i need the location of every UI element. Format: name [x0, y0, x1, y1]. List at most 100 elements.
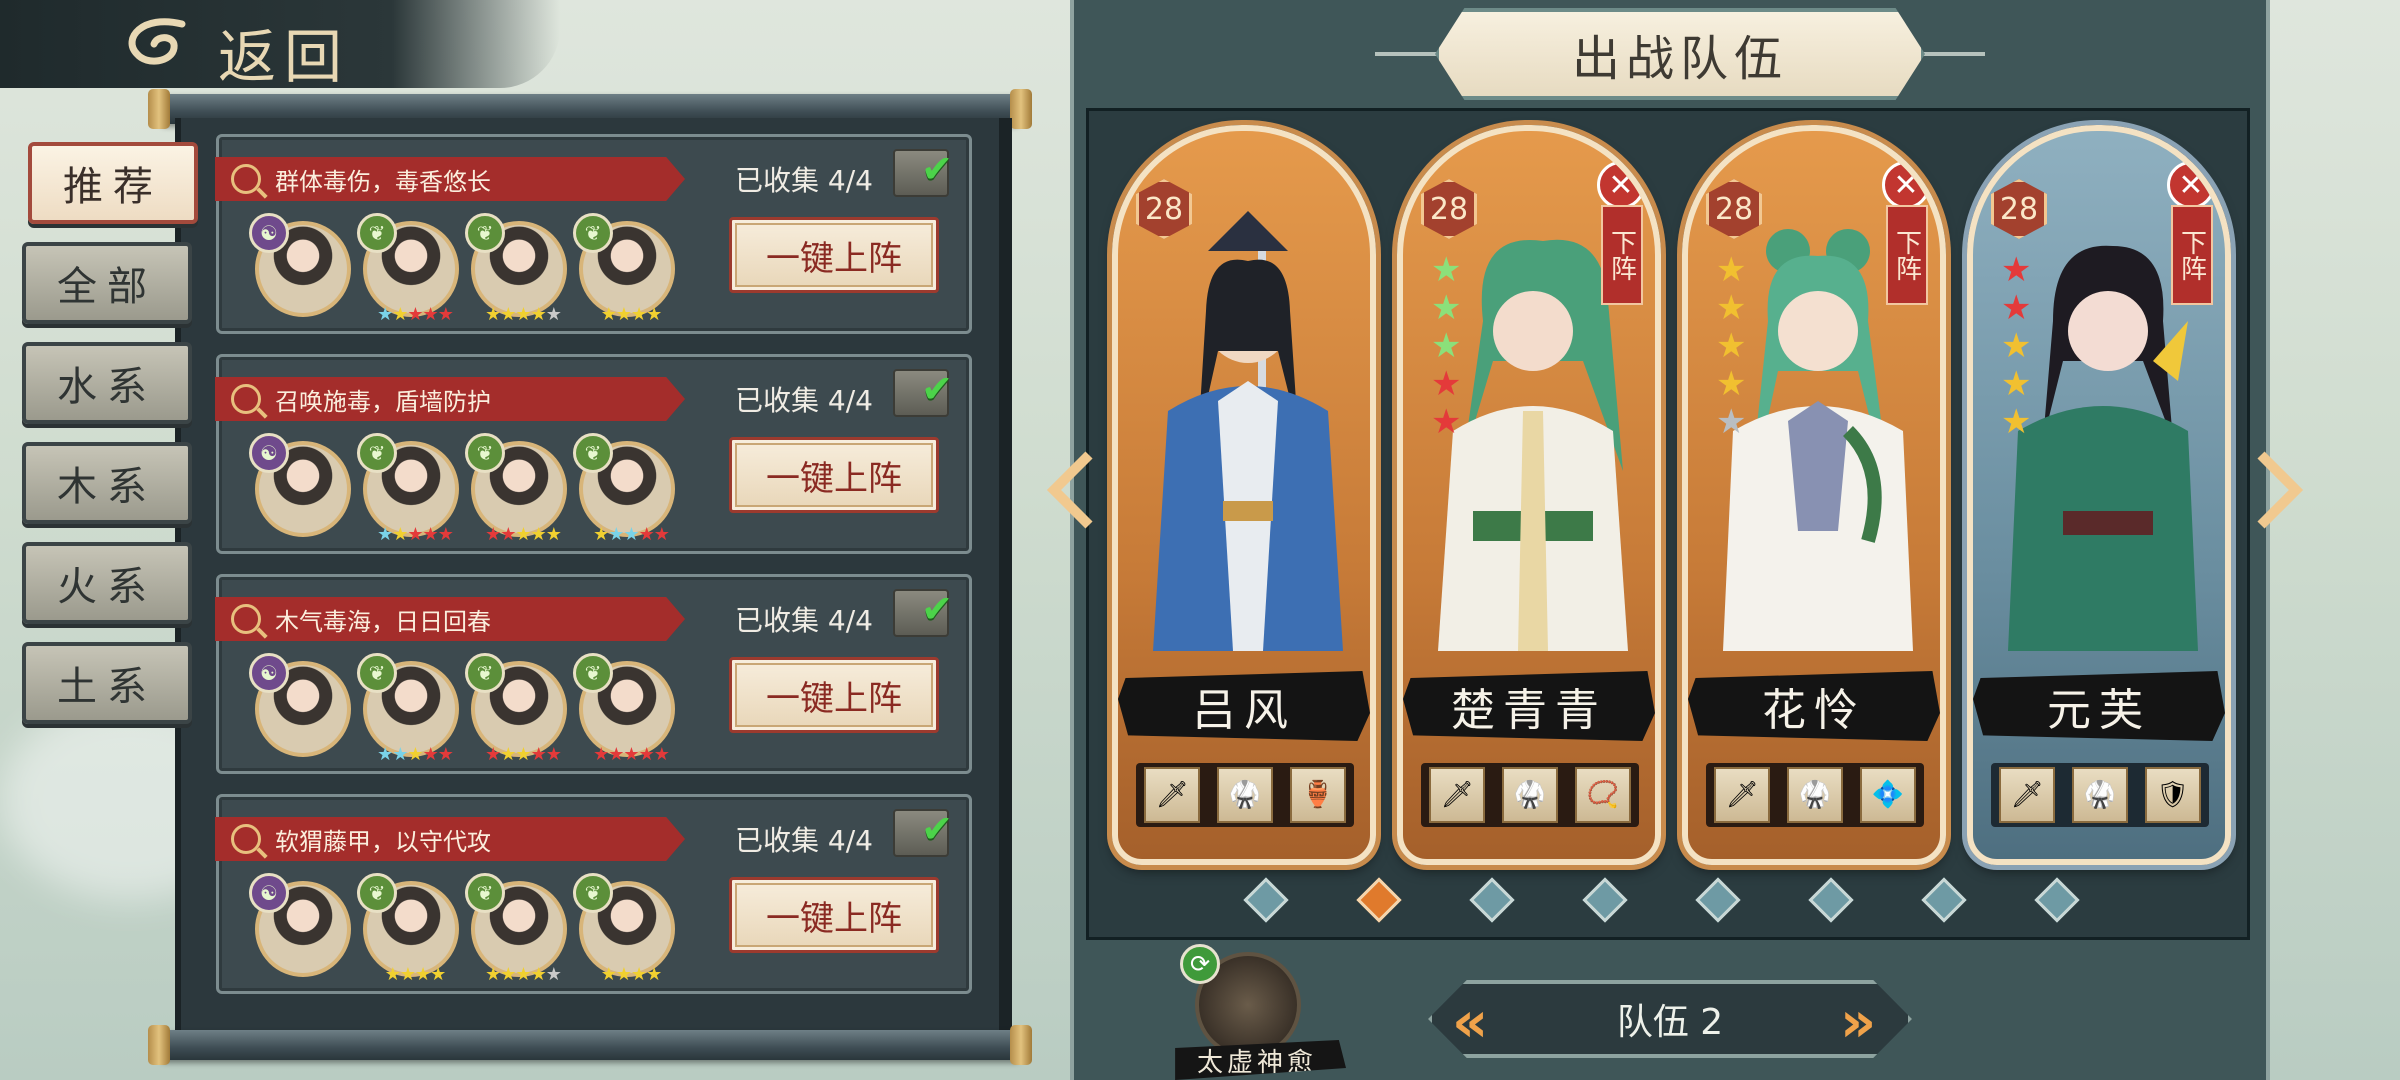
magnifier-icon [231, 824, 261, 854]
yin-yang-icon: ☯ [249, 873, 289, 913]
blade-icon[interactable]: 🗡 [1714, 767, 1771, 823]
star-rating: ★★★★★ [2001, 250, 2032, 442]
remove-button[interactable]: ✕ [1882, 161, 1930, 209]
character-card[interactable]: 28 ★ ★ ★ ★ ★ ✕ 下阵 元芙 🗡 🥋 🛡 [1967, 125, 2231, 865]
armor-icon[interactable]: 🛡 [2144, 767, 2201, 823]
prev-team-arrow-icon[interactable]: « [1452, 990, 1488, 1055]
leaf-icon: ❦ [357, 873, 397, 913]
hero-avatar[interactable]: ☯ [249, 873, 351, 977]
back-swirl-icon[interactable] [112, 14, 202, 74]
back-button[interactable]: 返回 [218, 10, 350, 94]
team-title: 群体毒伤，毒香悠长 [275, 167, 491, 196]
formation-title: 出战队伍 [1435, 8, 1925, 100]
magnifier-icon [231, 604, 261, 634]
tab-earth[interactable]: 土系 [22, 642, 192, 724]
yin-yang-icon: ☯ [249, 653, 289, 693]
robe-icon[interactable]: 🥋 [1501, 767, 1558, 823]
hero-avatar[interactable]: ☯ [249, 433, 351, 537]
collected-count: 已收集 4/4 [735, 604, 873, 637]
star-rating: ★★★★★ [593, 524, 670, 545]
gourd-icon[interactable]: 🏺 [1289, 767, 1346, 823]
tab-fire[interactable]: 火系 [22, 542, 192, 624]
character-name: 楚青青 [1403, 671, 1655, 741]
hero-avatar[interactable]: ☯ [249, 653, 351, 757]
hero-avatar[interactable]: ❦ ★★★★ [573, 873, 675, 985]
prev-page-arrow-icon[interactable] [1044, 450, 1104, 530]
next-team-arrow-icon[interactable]: » [1840, 990, 1876, 1055]
remove-label[interactable]: 下阵 [1886, 205, 1928, 305]
title-ornament [1375, 52, 1445, 56]
collected-count: 已收集 4/4 [735, 384, 873, 417]
character-card[interactable]: 28 ★ ★ ★ ★ ★ ✕ 下阵 楚青青 🗡 🥋 📿 [1397, 125, 1661, 865]
leaf-icon: ❦ [357, 433, 397, 473]
tab-all[interactable]: 全部 [22, 242, 192, 324]
blade-icon[interactable]: 🗡 [1429, 767, 1486, 823]
hero-avatar[interactable]: ❦ ★★★★★ [573, 653, 675, 765]
team-title-ribbon[interactable]: 群体毒伤，毒香悠长 [215, 157, 685, 201]
equipment-row: 🗡 🥋 📿 [1421, 763, 1639, 827]
hero-avatar[interactable]: ❦ ★★★★★ [465, 873, 567, 985]
remove-from-team: ✕ 下阵 [2167, 161, 2215, 311]
jade-icon[interactable]: 💠 [1859, 767, 1916, 823]
tab-water[interactable]: 水系 [22, 342, 192, 424]
one-click-deploy-button[interactable]: 一键上阵 [729, 217, 939, 293]
remove-from-team: ✕ 下阵 [1597, 161, 1645, 311]
leaf-icon: ❦ [357, 213, 397, 253]
remove-from-team: ✕ 下阵 [1882, 161, 1930, 311]
one-click-deploy-button[interactable]: 一键上阵 [729, 877, 939, 953]
character-card[interactable]: 28 ★ ★ ★ ★ ★ ✕ 下阵 花怜 🗡 🥋 💠 [1682, 125, 1946, 865]
hero-avatar[interactable]: ❦ ★★★★★ [465, 433, 567, 545]
remove-label[interactable]: 下阵 [1601, 205, 1643, 305]
star-rating: ★★★★★ [485, 964, 562, 985]
one-click-deploy-button[interactable]: 一键上阵 [729, 437, 939, 513]
leaf-icon: ❦ [465, 653, 505, 693]
hero-avatar[interactable]: ❦ ★★★★★ [465, 653, 567, 765]
armor-icon[interactable]: 🥋 [1216, 767, 1273, 823]
leaf-icon: ❦ [465, 213, 505, 253]
scroll-bottom-rod [148, 1025, 1032, 1065]
team-title: 软猬藤甲，以守代攻 [275, 827, 491, 856]
leaf-icon: ❦ [573, 213, 613, 253]
remove-button[interactable]: ✕ [1597, 161, 1645, 209]
hero-avatar[interactable]: ❦ ★★★★ [573, 213, 675, 325]
check-icon: ✔ [921, 807, 953, 851]
star-rating: ★★★★★ [1431, 250, 1462, 442]
scrollbar[interactable] [1000, 118, 1012, 1038]
leaf-icon: ❦ [573, 433, 613, 473]
hero-avatar[interactable]: ❦ ★★★★★ [573, 433, 675, 545]
yin-yang-icon: ☯ [249, 433, 289, 473]
refresh-icon[interactable]: ⟳ [1180, 944, 1220, 984]
team-title: 召唤施毒，盾墙防护 [275, 387, 491, 416]
team-title: 木气毒海，日日回春 [275, 607, 491, 636]
yin-yang-icon: ☯ [249, 213, 289, 253]
team-title-ribbon[interactable]: 木气毒海，日日回春 [215, 597, 685, 641]
remove-label[interactable]: 下阵 [2171, 205, 2213, 305]
leaf-icon: ❦ [573, 653, 613, 693]
team-title-ribbon[interactable]: 召唤施毒，盾墙防护 [215, 377, 685, 421]
hero-avatar[interactable]: ☯ [249, 213, 351, 317]
star-rating: ★★★★★ [593, 744, 670, 765]
star-rating: ★★★★★ [377, 524, 454, 545]
magnifier-icon [231, 164, 261, 194]
leaf-icon: ❦ [357, 653, 397, 693]
hero-avatar[interactable]: ❦ ★★★★★ [357, 213, 459, 325]
robe-icon[interactable]: 🥋 [1786, 767, 1843, 823]
character-name: 元芙 [1973, 671, 2225, 741]
one-click-deploy-button[interactable]: 一键上阵 [729, 657, 939, 733]
blade-icon[interactable]: 🗡 [1999, 767, 2056, 823]
team-title-ribbon[interactable]: 软猬藤甲，以守代攻 [215, 817, 685, 861]
next-page-arrow-icon[interactable] [2246, 450, 2306, 530]
hero-avatar[interactable]: ❦ ★★★★★ [465, 213, 567, 325]
character-card[interactable]: 28 吕风 🗡 🥋 🏺 [1112, 125, 1376, 865]
accessory-icon[interactable]: 📿 [1574, 767, 1631, 823]
hero-avatar[interactable]: ❦ ★★★★★ [357, 653, 459, 765]
team-preset-card: 群体毒伤，毒香悠长 已收集 4/4 ✔ ☯ ❦ ★★★★★ ❦ ★★★★★ ❦ ★★★… [215, 134, 972, 334]
hero-avatar[interactable]: ❦ ★★★★★ [357, 433, 459, 545]
tab-wood[interactable]: 木系 [22, 442, 192, 524]
sword-icon[interactable]: 🗡 [1144, 767, 1201, 823]
robe-icon[interactable]: 🥋 [2071, 767, 2128, 823]
star-rating: ★★★★★ [485, 304, 562, 325]
tab-recommended[interactable]: 推荐 [28, 142, 198, 224]
remove-button[interactable]: ✕ [2167, 161, 2215, 209]
hero-avatar[interactable]: ❦ ★★★★ [357, 873, 459, 985]
